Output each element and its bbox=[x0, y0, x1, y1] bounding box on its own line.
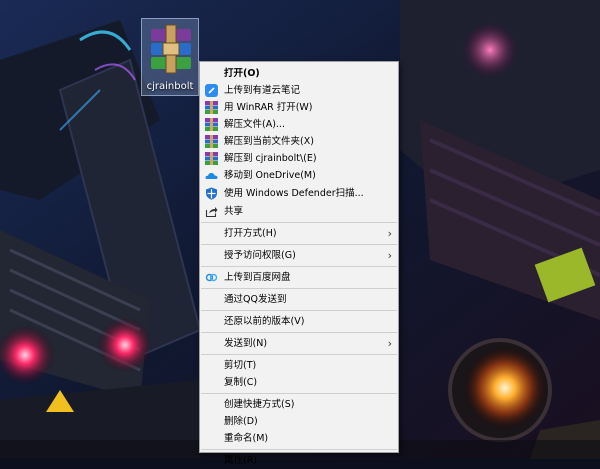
menu-item-copy[interactable]: 复制(C) bbox=[200, 374, 398, 391]
menu-separator bbox=[201, 393, 397, 394]
menu-item-label: 还原以前的版本(V) bbox=[224, 316, 305, 327]
menu-item-label: 复制(C) bbox=[224, 377, 258, 388]
menu-item-label: 授予访问权限(G) bbox=[224, 250, 296, 261]
menu-item-label: 上传到百度网盘 bbox=[224, 272, 291, 283]
menu-separator bbox=[201, 332, 397, 333]
menu-item-upload-baidu[interactable]: 上传到百度网盘 bbox=[200, 269, 398, 286]
menu-item-label: 重命名(M) bbox=[224, 433, 269, 444]
menu-item-send-to[interactable]: 发送到(N) › bbox=[200, 335, 398, 352]
menu-item-label: 上传到有道云笔记 bbox=[224, 85, 301, 96]
chevron-right-icon: › bbox=[387, 227, 392, 240]
menu-item-label: 通过QQ发送到 bbox=[224, 294, 287, 305]
menu-item-label: 解压到当前文件夹(X) bbox=[224, 136, 314, 147]
share-icon bbox=[205, 207, 218, 218]
winrar-extract-icon bbox=[205, 152, 218, 165]
menu-item-move-to-onedrive[interactable]: 移动到 OneDrive(M) bbox=[200, 167, 398, 184]
context-menu: 打开(O) 上传到有道云笔记 用 WinRAR 打开(W) 解压文件(A)...… bbox=[199, 61, 399, 466]
windows-defender-shield-icon bbox=[206, 187, 217, 200]
menu-item-label: 解压文件(A)... bbox=[224, 119, 285, 130]
menu-item-label: 移动到 OneDrive(M) bbox=[224, 170, 316, 181]
menu-item-delete[interactable]: 删除(D) bbox=[200, 413, 398, 430]
winrar-archive-icon bbox=[151, 24, 191, 74]
menu-item-send-via-qq[interactable]: 通过QQ发送到 bbox=[200, 291, 398, 308]
menu-item-label: 使用 Windows Defender扫描... bbox=[224, 188, 364, 199]
menu-item-create-shortcut[interactable]: 创建快捷方式(S) bbox=[200, 396, 398, 413]
desktop-file-label: cjrainbolt bbox=[146, 81, 194, 92]
winrar-icon bbox=[205, 101, 218, 114]
menu-separator bbox=[201, 310, 397, 311]
onedrive-cloud-icon bbox=[205, 173, 218, 179]
desktop-file-cjrainbolt[interactable]: cjrainbolt bbox=[141, 18, 199, 96]
menu-item-label: 用 WinRAR 打开(W) bbox=[224, 102, 313, 113]
winrar-extract-icon bbox=[205, 118, 218, 131]
menu-item-label: 创建快捷方式(S) bbox=[224, 399, 295, 410]
menu-item-share[interactable]: 共享 bbox=[200, 203, 398, 220]
menu-item-extract-to-folder[interactable]: 解压到 cjrainbolt\(E) bbox=[200, 150, 398, 167]
menu-separator bbox=[201, 288, 397, 289]
menu-item-label: 删除(D) bbox=[224, 416, 258, 427]
menu-item-label: 打开(O) bbox=[224, 68, 260, 79]
menu-item-upload-youdao[interactable]: 上传到有道云笔记 bbox=[200, 82, 398, 99]
menu-item-scan-defender[interactable]: 使用 Windows Defender扫描... bbox=[200, 184, 398, 203]
menu-item-label: 共享 bbox=[224, 206, 244, 217]
chevron-right-icon: › bbox=[387, 249, 392, 262]
menu-separator bbox=[201, 449, 397, 450]
menu-item-label: 属性(R) bbox=[224, 455, 258, 466]
menu-item-label: 发送到(N) bbox=[224, 338, 268, 349]
menu-item-rename[interactable]: 重命名(M) bbox=[200, 430, 398, 447]
menu-item-label: 解压到 cjrainbolt\(E) bbox=[224, 153, 317, 164]
menu-separator bbox=[201, 266, 397, 267]
menu-item-extract-files[interactable]: 解压文件(A)... bbox=[200, 116, 398, 133]
menu-item-properties[interactable]: 属性(R) bbox=[200, 452, 398, 469]
youdao-note-icon bbox=[205, 84, 218, 97]
chevron-right-icon: › bbox=[387, 337, 392, 350]
menu-item-label: 剪切(T) bbox=[224, 360, 257, 371]
baidu-netdisk-icon bbox=[205, 273, 218, 282]
menu-separator bbox=[201, 244, 397, 245]
menu-item-open-with[interactable]: 打开方式(H) › bbox=[200, 225, 398, 242]
menu-item-cut[interactable]: 剪切(T) bbox=[200, 357, 398, 374]
menu-item-restore-versions[interactable]: 还原以前的版本(V) bbox=[200, 313, 398, 330]
menu-separator bbox=[201, 354, 397, 355]
menu-item-open-with-winrar[interactable]: 用 WinRAR 打开(W) bbox=[200, 99, 398, 116]
menu-item-extract-here[interactable]: 解压到当前文件夹(X) bbox=[200, 133, 398, 150]
menu-item-open[interactable]: 打开(O) bbox=[200, 65, 398, 82]
menu-separator bbox=[201, 222, 397, 223]
winrar-extract-icon bbox=[205, 135, 218, 148]
menu-item-give-access[interactable]: 授予访问权限(G) › bbox=[200, 247, 398, 264]
menu-item-label: 打开方式(H) bbox=[224, 228, 277, 239]
